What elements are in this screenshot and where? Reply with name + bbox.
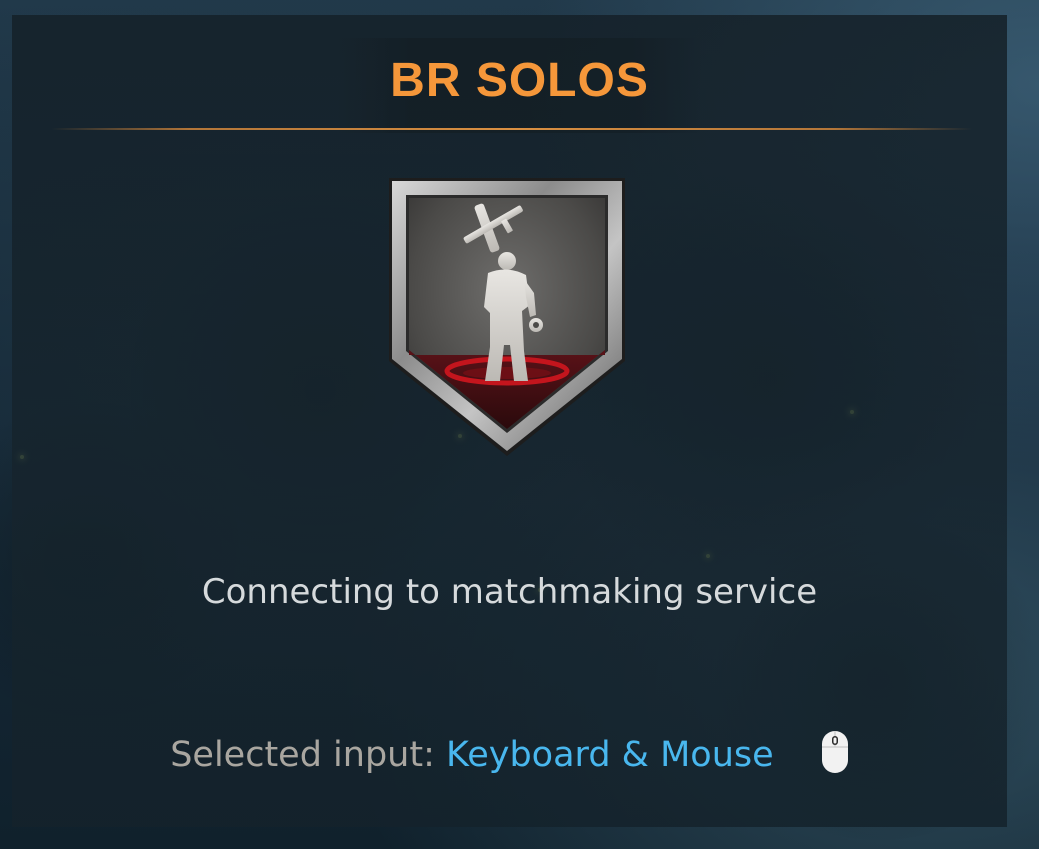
background-scene: BR SOLOS Connecting to matchmaking servi… <box>0 0 1039 849</box>
selected-input-row: Selected input: Keyboard & Mouse <box>12 730 1007 776</box>
selected-input-value: Keyboard & Mouse <box>446 735 774 775</box>
matchmaking-status-text: Connecting to matchmaking service <box>201 572 818 612</box>
mouse-icon <box>821 731 848 773</box>
victory-soldier-emblem-icon <box>389 178 625 456</box>
selected-input-label: Selected input: <box>170 735 435 775</box>
mode-title: BR SOLOS <box>390 54 649 107</box>
matchmaking-panel: BR SOLOS Connecting to matchmaking servi… <box>12 15 1007 827</box>
title-divider <box>52 128 972 130</box>
